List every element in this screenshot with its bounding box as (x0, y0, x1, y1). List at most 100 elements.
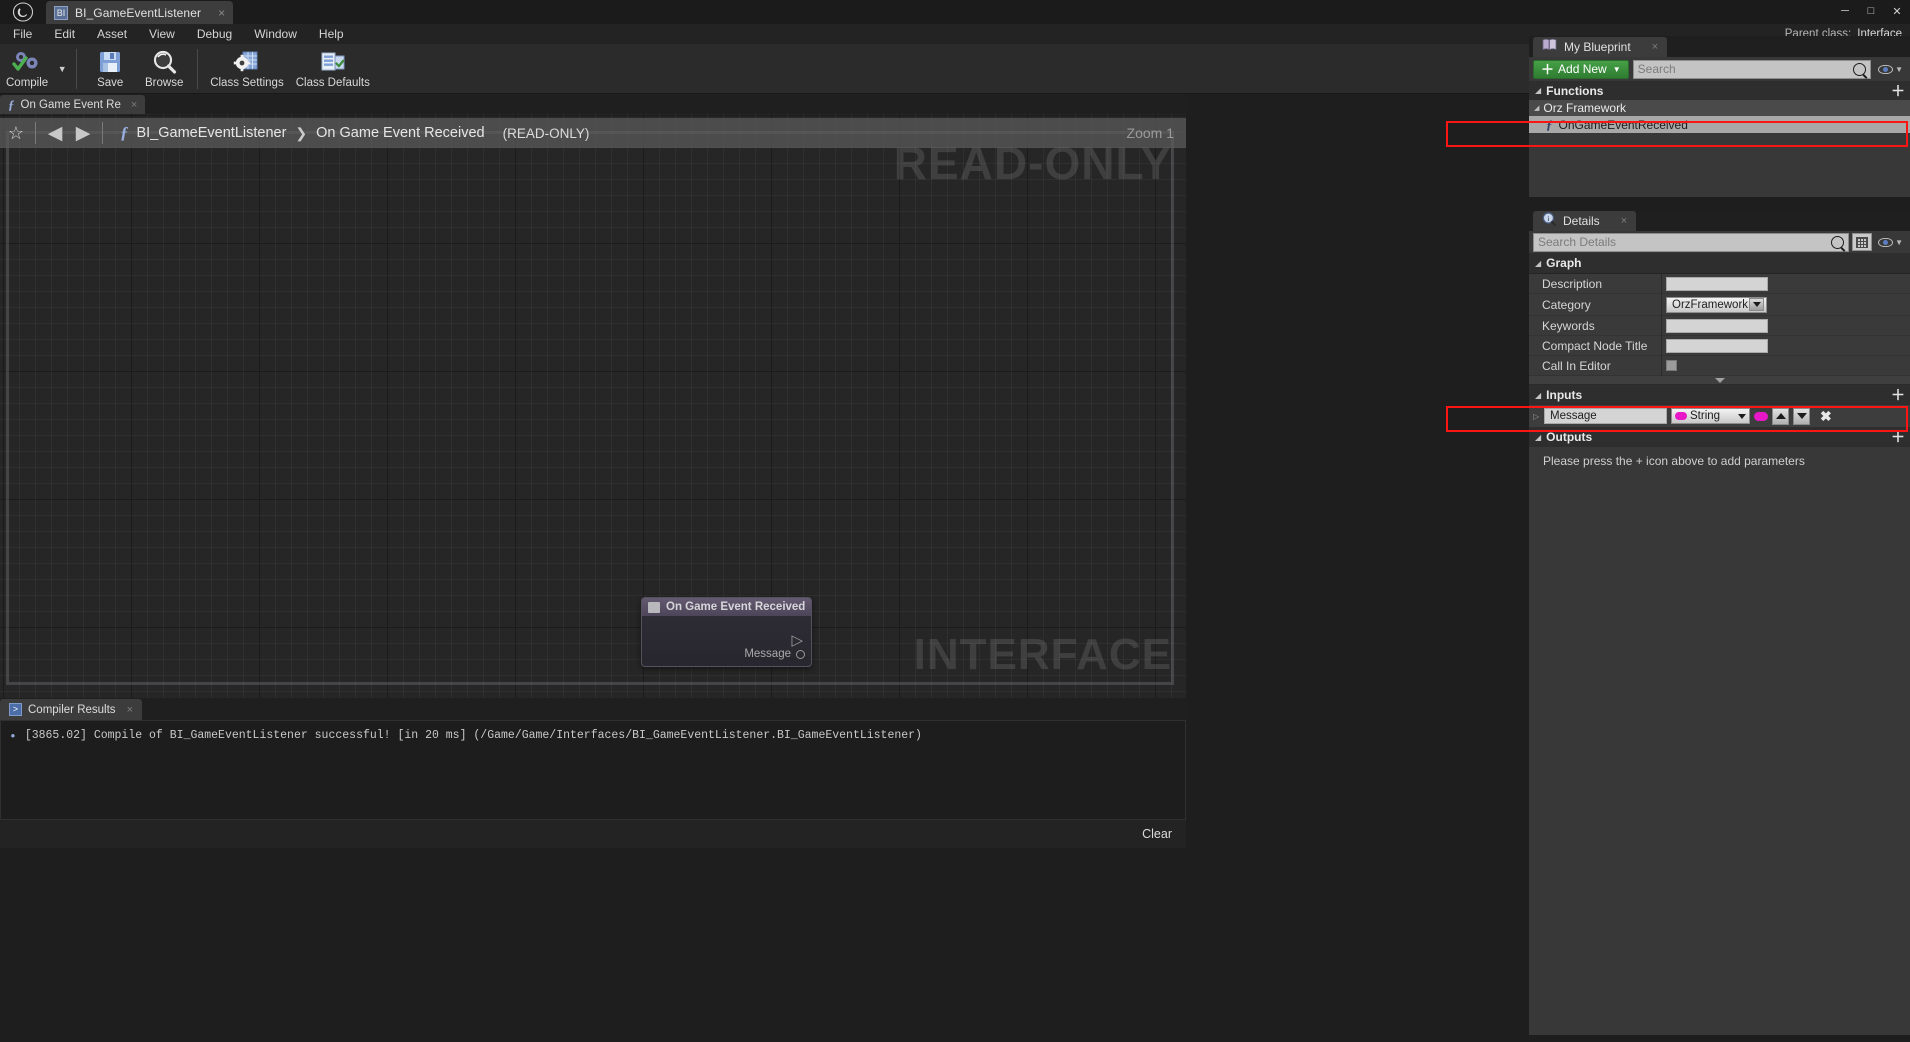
keywords-field[interactable] (1666, 318, 1768, 333)
details-visibility-toggle[interactable]: ▼ (1875, 237, 1906, 247)
inputs-section-header[interactable]: ◢ Inputs ＋ (1529, 385, 1910, 405)
back-arrow-icon[interactable]: ◀ (41, 122, 69, 145)
node-pin-label: Message (744, 648, 791, 660)
collapse-triangle-icon[interactable]: ◢ (1535, 86, 1541, 95)
plus-icon: ＋ (1541, 61, 1555, 77)
exec-output-pin-icon[interactable]: ▷ (791, 633, 803, 648)
toolbar-divider-2 (197, 48, 199, 89)
my-blueprint-panel: My Blueprint × ＋ Add New ▼ ▼ ◢ Functions (1529, 36, 1910, 210)
add-new-button[interactable]: ＋ Add New ▼ (1533, 59, 1629, 79)
call-in-editor-checkbox[interactable] (1666, 360, 1677, 371)
close-icon[interactable]: × (131, 99, 137, 111)
close-icon[interactable]: × (1621, 215, 1627, 227)
remove-param-button[interactable]: ✖ (1820, 408, 1832, 425)
document-tab[interactable]: BI BI_GameEventListener × (46, 1, 234, 24)
maximize-button[interactable]: □ (1858, 0, 1884, 22)
search-icon[interactable] (1853, 62, 1867, 76)
menu-window[interactable]: Window (243, 24, 308, 44)
browse-label: Browse (145, 76, 184, 89)
close-window-button[interactable]: ✕ (1884, 0, 1910, 22)
add-output-button[interactable]: ＋ (1891, 430, 1905, 444)
graph-section-header[interactable]: ◢ Graph (1529, 253, 1910, 274)
function-category-orz-framework[interactable]: ◢ Orz Framework (1529, 100, 1910, 116)
category-value: OrzFramework (1672, 298, 1749, 311)
search-input[interactable] (1637, 62, 1854, 76)
class-defaults-label: Class Defaults (295, 76, 370, 89)
category-dropdown[interactable]: OrzFramework (1666, 296, 1767, 313)
clear-button[interactable]: Clear (1142, 827, 1172, 841)
details-layout-toggle-button[interactable] (1852, 233, 1873, 251)
output-log-icon: > (9, 703, 22, 716)
collapse-triangle-icon[interactable]: ◢ (1535, 433, 1541, 442)
property-row-keywords: Keywords (1529, 315, 1910, 336)
save-button[interactable]: Save (83, 45, 137, 93)
bookmark-star-icon[interactable]: ☆ (2, 123, 30, 144)
function-item-ongameeventreceived[interactable]: ƒ OnGameEventReceived (1529, 116, 1910, 133)
details-search-row: ▼ (1529, 231, 1910, 253)
close-icon[interactable]: × (1652, 41, 1658, 53)
outputs-section-header[interactable]: ◢ Outputs ＋ (1529, 427, 1910, 447)
search-icon[interactable] (1831, 235, 1845, 249)
add-new-label: Add New (1558, 62, 1607, 76)
property-row-description: Description (1529, 273, 1910, 294)
blueprint-graph-canvas[interactable]: READ-ONLY INTERFACE On Game Event Receiv… (0, 114, 1186, 698)
description-field[interactable] (1666, 276, 1768, 291)
add-input-button[interactable]: ＋ (1891, 388, 1905, 402)
details-expander-button[interactable] (1529, 376, 1910, 385)
class-defaults-icon (319, 49, 346, 76)
collapse-triangle-icon[interactable]: ◢ (1535, 391, 1541, 400)
chevron-down-icon[interactable] (1749, 298, 1764, 311)
close-icon[interactable]: × (127, 704, 133, 716)
property-label: Call In Editor (1529, 355, 1662, 376)
compile-button[interactable]: Compile (0, 45, 54, 93)
minimize-button[interactable]: ─ (1832, 0, 1858, 22)
my-blueprint-visibility-toggle[interactable]: ▼ (1875, 64, 1906, 74)
tab-my-blueprint[interactable]: My Blueprint × (1533, 37, 1668, 57)
title-bar: BI BI_GameEventListener × ─ □ ✕ (0, 0, 1910, 24)
add-function-button[interactable]: ＋ (1891, 84, 1905, 98)
collapse-triangle-icon[interactable]: ◢ (1535, 259, 1541, 268)
log-bullet-icon: • (9, 729, 17, 744)
graph-tab-label: On Game Event Re (20, 98, 121, 111)
move-param-up-button[interactable] (1772, 407, 1789, 425)
menu-debug[interactable]: Debug (186, 24, 243, 44)
menu-edit[interactable]: Edit (43, 24, 86, 44)
container-type-pill-icon[interactable] (1754, 411, 1768, 421)
input-param-name-field[interactable]: Message (1544, 408, 1667, 424)
collapse-triangle-icon[interactable]: ◢ (1534, 104, 1539, 112)
node-output-pin-message[interactable]: Message (744, 648, 805, 660)
compact-node-title-field[interactable] (1666, 338, 1768, 353)
property-label: Category (1529, 293, 1662, 316)
functions-section-header[interactable]: ◢ Functions ＋ (1529, 81, 1910, 100)
graph-node-on-game-event-received[interactable]: On Game Event Received ▷ Message (641, 597, 812, 667)
input-param-type-dropdown[interactable]: String (1671, 408, 1750, 424)
menu-view[interactable]: View (138, 24, 186, 44)
expand-triangle-icon[interactable]: ▷ (1533, 412, 1540, 421)
chevron-right-icon: ❯ (295, 124, 308, 141)
breadcrumb: ☆ ◀ ▶ ƒ BI_GameEventListener ❯ On Game E… (0, 118, 1186, 148)
compiler-log-row[interactable]: • [3865.02] Compile of BI_GameEventListe… (1, 721, 1185, 743)
compile-options-chevron-down-icon[interactable]: ▼ (54, 45, 70, 93)
close-icon[interactable]: × (218, 6, 225, 20)
details-search-box[interactable] (1533, 232, 1850, 252)
document-tab-label: BI_GameEventListener (75, 5, 202, 20)
functions-section-label: Functions (1546, 83, 1604, 98)
menu-help[interactable]: Help (308, 24, 355, 44)
forward-arrow-icon[interactable]: ▶ (69, 122, 97, 145)
browse-button[interactable]: Browse (137, 45, 191, 93)
compiler-log-message: [3865.02] Compile of BI_GameEventListene… (24, 729, 922, 742)
tab-details[interactable]: i Details × (1533, 211, 1637, 231)
class-settings-button[interactable]: Class Settings (204, 45, 290, 93)
search-details-input[interactable] (1538, 235, 1832, 249)
move-param-down-button[interactable] (1793, 407, 1810, 425)
graph-tab-on-game-event-received[interactable]: ƒ On Game Event Re × (0, 95, 146, 114)
data-pin-icon[interactable] (796, 649, 805, 659)
tab-compiler-results[interactable]: > Compiler Results × (0, 699, 142, 720)
class-defaults-button[interactable]: Class Defaults (290, 45, 376, 93)
my-blueprint-search-box[interactable] (1632, 59, 1872, 79)
breadcrumb-graph-name[interactable]: On Game Event Received (316, 125, 484, 141)
function-item-label: OnGameEventReceived (1558, 117, 1688, 132)
menu-asset[interactable]: Asset (86, 24, 138, 44)
menu-file[interactable]: File (2, 24, 43, 44)
breadcrumb-blueprint-name[interactable]: BI_GameEventListener (137, 125, 287, 141)
